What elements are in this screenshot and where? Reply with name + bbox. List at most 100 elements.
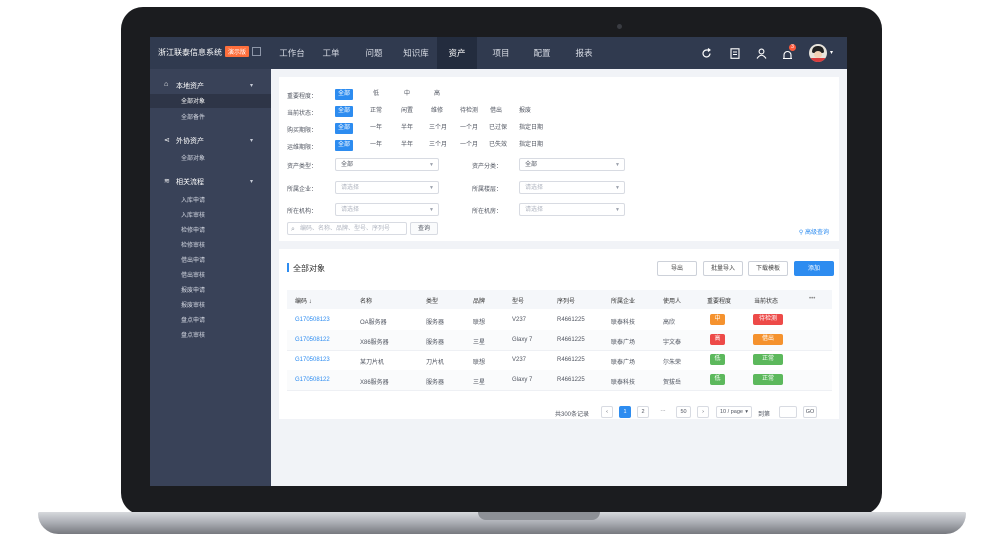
nav-config[interactable]: 配置 bbox=[524, 37, 560, 69]
cell-code[interactable]: G170508123 bbox=[295, 357, 330, 363]
sidebar-item-process[interactable]: 借出申请 bbox=[181, 255, 205, 264]
sidebar-item-process[interactable]: 借出审核 bbox=[181, 270, 205, 279]
more-icon[interactable]: ••• bbox=[809, 296, 815, 302]
filter-chip[interactable]: 全部 bbox=[335, 106, 353, 117]
go-button[interactable]: GO bbox=[803, 406, 817, 418]
avatar[interactable] bbox=[809, 44, 827, 62]
filter-chip[interactable]: 一年 bbox=[367, 123, 385, 134]
sidebar-item-external-objects[interactable]: 全部对象 bbox=[181, 153, 205, 162]
filter-chip[interactable]: 中 bbox=[398, 89, 416, 100]
org-select[interactable]: 请选择 ▼ bbox=[335, 203, 439, 216]
page-button[interactable]: 2 bbox=[637, 406, 649, 418]
nav-tickets[interactable]: 工单 bbox=[317, 37, 345, 69]
filter-chip[interactable]: 一年 bbox=[367, 140, 385, 151]
cell-user: 尔朱荣 bbox=[663, 360, 682, 366]
filter-chip[interactable]: 维修 bbox=[428, 106, 446, 117]
filter-chip[interactable]: 一个月 bbox=[457, 123, 481, 134]
sidebar-group-external[interactable]: ⋖ 外协资产 ▾ bbox=[164, 136, 253, 146]
filter-chip[interactable]: 借出 bbox=[487, 106, 505, 117]
sidebar-item-all-objects[interactable]: 全部对象 bbox=[150, 94, 271, 108]
add-button[interactable]: 添加 bbox=[794, 261, 834, 276]
camera-dot bbox=[617, 24, 622, 29]
filter-chip[interactable]: 低 bbox=[367, 89, 385, 100]
column-header-importance: 重要程度 bbox=[707, 299, 732, 305]
sidebar-item-process[interactable]: 检修申请 bbox=[181, 225, 205, 234]
sidebar-item-process[interactable]: 入库申请 bbox=[181, 195, 205, 204]
asset-category-select[interactable]: 全部 ▼ bbox=[519, 158, 625, 171]
nav-assets[interactable]: 资产 bbox=[437, 37, 477, 69]
sidebar-item-process[interactable]: 报废申请 bbox=[181, 285, 205, 294]
nav-projects[interactable]: 项目 bbox=[483, 37, 519, 69]
nav-problems[interactable]: 问题 bbox=[359, 37, 389, 69]
asset-type-select[interactable]: 全部 ▼ bbox=[335, 158, 439, 171]
company-select[interactable]: 请选择 ▼ bbox=[335, 181, 439, 194]
sidebar-item-process[interactable]: 报废审核 bbox=[181, 300, 205, 309]
page-button[interactable]: 50 bbox=[676, 406, 691, 418]
table-row[interactable]: G170508122 X86服务器 服务器 三星 Glaxy 7 R466122… bbox=[287, 330, 832, 351]
app-name: 浙江联泰信息系统 bbox=[158, 48, 222, 57]
refresh-icon[interactable] bbox=[701, 48, 712, 59]
nav-reports[interactable]: 报表 bbox=[566, 37, 602, 69]
advanced-search-link[interactable]: ⚲ 高级查询 bbox=[799, 227, 829, 236]
filter-chip[interactable]: 半年 bbox=[398, 123, 416, 134]
filter-chip[interactable]: 三个月 bbox=[426, 140, 450, 151]
filter-chip[interactable]: 半年 bbox=[398, 140, 416, 151]
laptop-base bbox=[38, 512, 966, 534]
document-icon[interactable] bbox=[730, 48, 740, 59]
cell-code[interactable]: G170508122 bbox=[295, 337, 330, 343]
filter-chip[interactable]: 一个月 bbox=[457, 140, 481, 151]
filter-chip[interactable]: 全部 bbox=[335, 89, 353, 100]
download-template-button[interactable]: 下载模板 bbox=[748, 261, 788, 276]
export-button[interactable]: 导出 bbox=[657, 261, 697, 276]
sidebar-item-process[interactable]: 盘点申请 bbox=[181, 315, 205, 324]
column-header-code[interactable]: 编码 ↓ bbox=[295, 296, 312, 305]
column-header-name: 名称 bbox=[360, 299, 373, 305]
filter-chip[interactable]: 已失效 bbox=[487, 140, 509, 151]
room-select[interactable]: 请选择 ▼ bbox=[519, 203, 625, 216]
filter-chip[interactable]: 指定日期 bbox=[516, 123, 546, 134]
cell-type: 服务器 bbox=[426, 380, 445, 386]
filter-chip[interactable]: 三个月 bbox=[426, 123, 450, 134]
bell-button[interactable]: 3 bbox=[782, 44, 796, 60]
cell-brand: 联想 bbox=[473, 360, 486, 366]
avatar-dropdown-icon[interactable]: ▾ bbox=[830, 49, 833, 56]
filter-chip[interactable]: 全部 bbox=[335, 123, 353, 134]
cell-company: 联泰科技 bbox=[611, 320, 636, 326]
page-button[interactable]: 1 bbox=[619, 406, 631, 418]
sidebar-item-process[interactable]: 检修审核 bbox=[181, 240, 205, 249]
filter-chip[interactable]: 指定日期 bbox=[516, 140, 546, 151]
search-input[interactable]: ⌕ 编码、名称、品牌、型号、序列号 bbox=[287, 222, 407, 235]
goto-page-input[interactable] bbox=[779, 406, 797, 418]
page-size-select[interactable]: 10 / page ▾ bbox=[716, 406, 752, 418]
filter-label-room: 所在机房： bbox=[472, 209, 503, 215]
filter-chip[interactable]: 待检测 bbox=[457, 106, 481, 117]
collapse-icon[interactable] bbox=[252, 47, 262, 56]
sidebar-item-process[interactable]: 盘点审核 bbox=[181, 330, 205, 339]
filter-chip[interactable]: 报废 bbox=[516, 106, 534, 117]
sidebar-item-all-spares[interactable]: 全部备件 bbox=[181, 112, 205, 121]
user-icon[interactable] bbox=[756, 48, 767, 59]
search-button[interactable]: 查询 bbox=[410, 222, 438, 235]
nav-workbench[interactable]: 工作台 bbox=[273, 37, 311, 69]
import-button[interactable]: 批量导入 bbox=[703, 261, 743, 276]
cell-code[interactable]: G170508122 bbox=[295, 377, 330, 383]
search-icon: ⌕ bbox=[291, 226, 295, 233]
filter-chip[interactable]: 已过保 bbox=[487, 123, 509, 134]
nav-knowledge[interactable]: 知识库 bbox=[396, 37, 436, 69]
cell-user: 贺拔岳 bbox=[663, 380, 682, 386]
filter-chip[interactable]: 高 bbox=[428, 89, 446, 100]
prev-page-button[interactable]: ‹ bbox=[601, 406, 613, 418]
table-row[interactable]: G170508123 OA服务器 服务器 联想 V237 R4661225 联泰… bbox=[287, 310, 832, 331]
filter-chip[interactable]: 全部 bbox=[335, 140, 353, 151]
cell-code[interactable]: G170508123 bbox=[295, 317, 330, 323]
sidebar-group-local[interactable]: ⌂ 本地资产 ▾ bbox=[164, 81, 253, 91]
table-row[interactable]: G170508122 X86服务器 服务器 三星 Glaxy 7 R466122… bbox=[287, 370, 832, 391]
list-panel: 全部对象 导出 批量导入 下载模板 添加 编码 ↓ 名称 类型 品牌 型号 序列… bbox=[279, 249, 839, 419]
filter-chip[interactable]: 闲置 bbox=[398, 106, 416, 117]
filter-chip[interactable]: 正常 bbox=[367, 106, 385, 117]
table-row[interactable]: G170508123 某刀片机 刀片机 联想 V237 R4661225 联泰广… bbox=[287, 350, 832, 371]
sidebar-item-process[interactable]: 入库审核 bbox=[181, 210, 205, 219]
location-select[interactable]: 请选择 ▼ bbox=[519, 181, 625, 194]
next-page-button[interactable]: › bbox=[697, 406, 709, 418]
sidebar-group-process[interactable]: ≋ 相关流程 ▾ bbox=[164, 177, 253, 187]
